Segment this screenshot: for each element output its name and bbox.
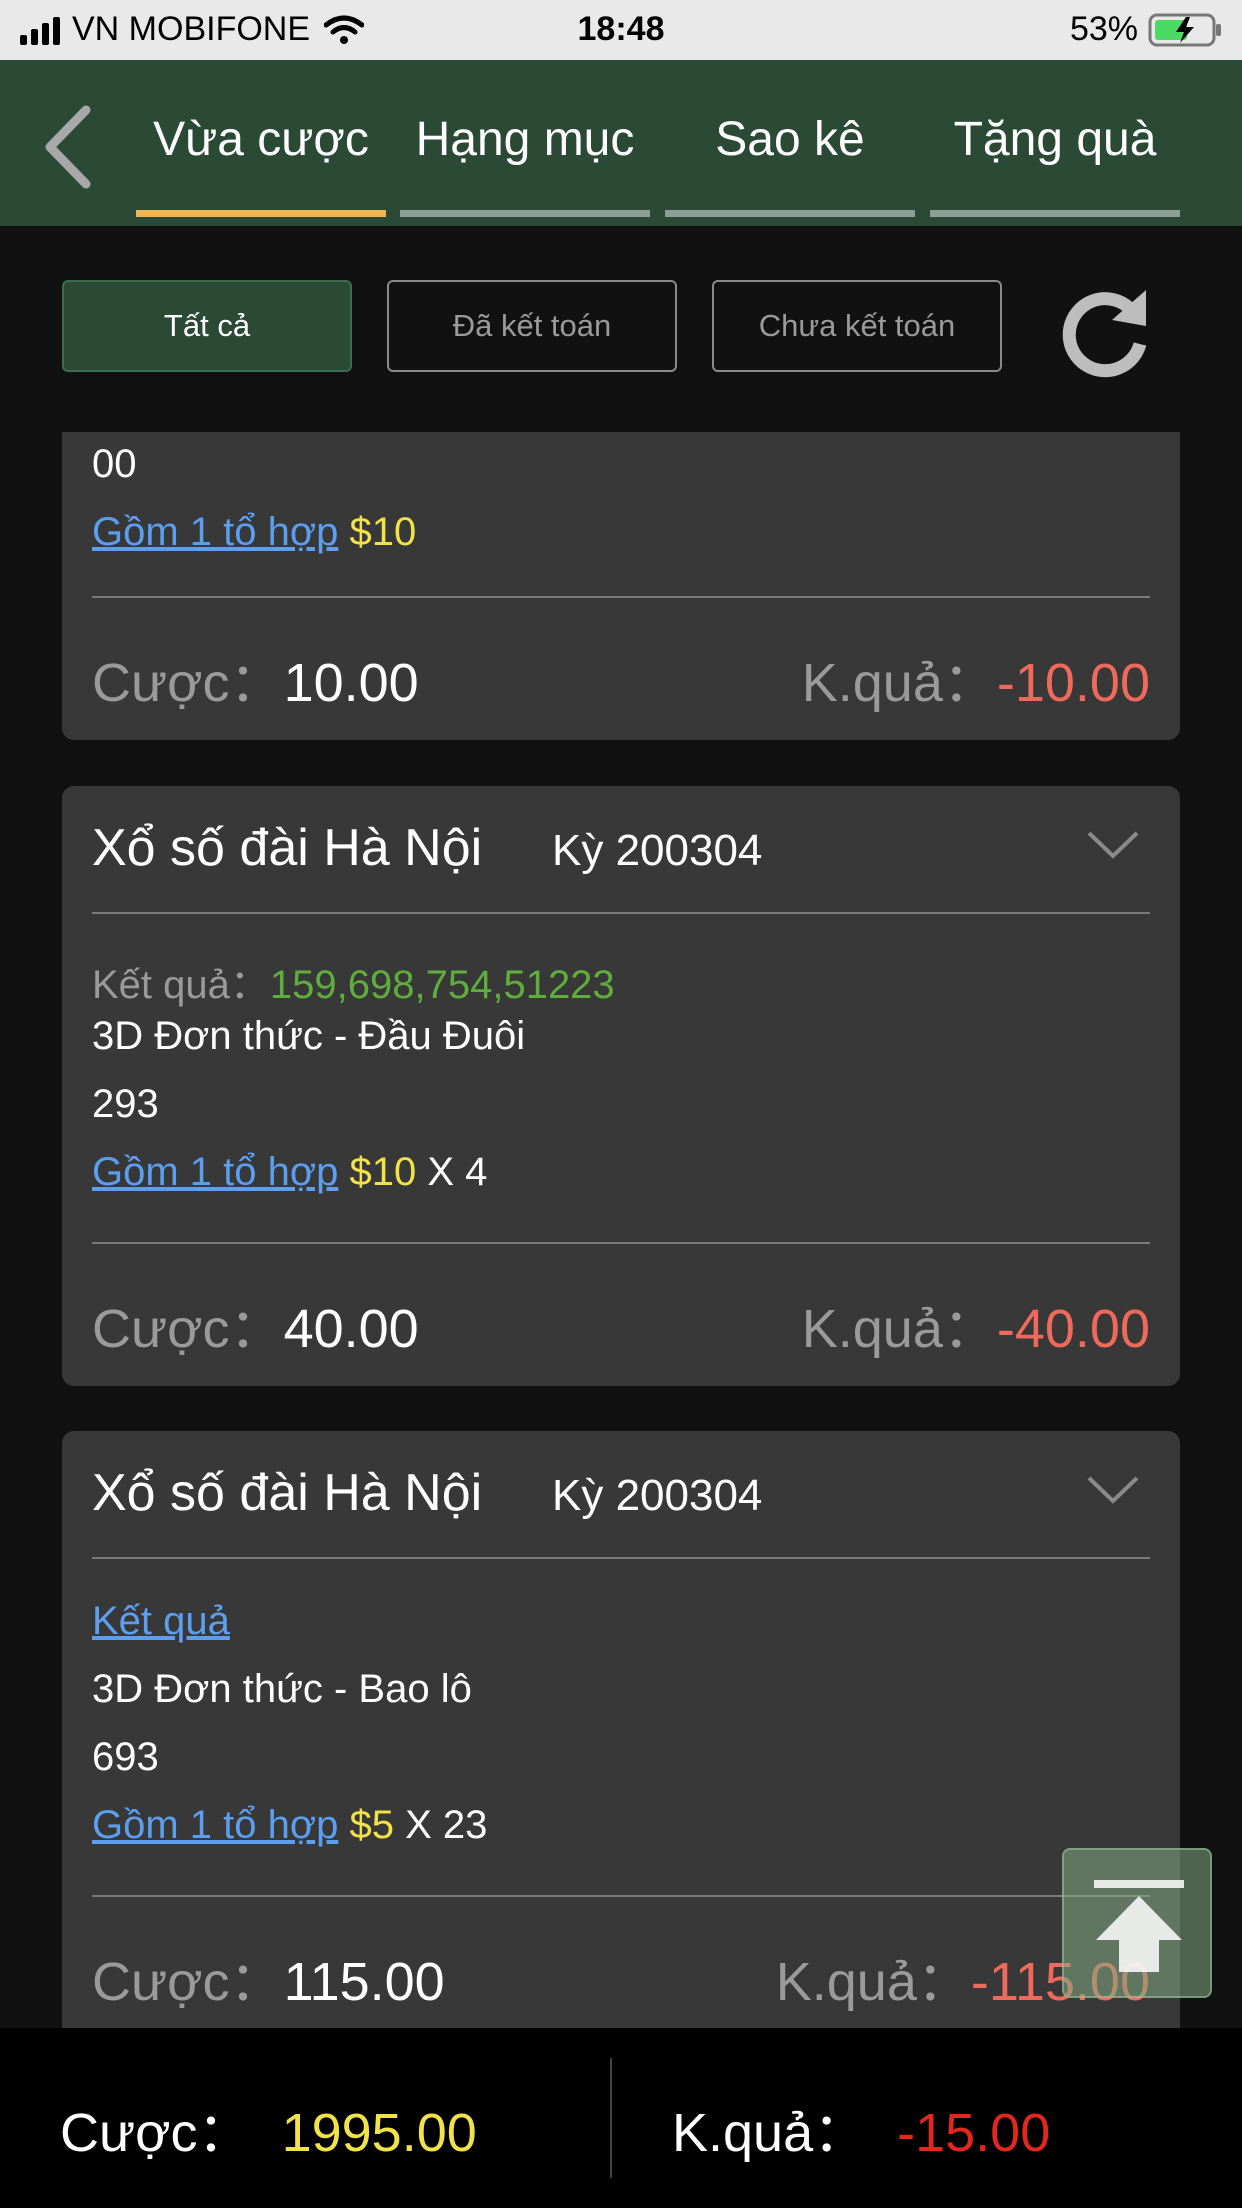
bet-value: 40.00 — [283, 1299, 419, 1359]
combo-amount: $10 — [349, 510, 417, 554]
bet-label: Cược： — [92, 1952, 284, 2012]
tab-underline — [665, 210, 915, 217]
bet-label: Cược： — [92, 1299, 284, 1359]
combo-link[interactable]: Gồm 1 tổ hợp — [92, 1150, 338, 1194]
summary-bar: Cược： 1995.00 K.quả： -15.00 — [0, 2028, 1242, 2208]
refresh-icon[interactable] — [1056, 282, 1156, 382]
back-chevron-icon[interactable] — [38, 102, 98, 192]
result-text-label: Kết quả： — [92, 963, 270, 1007]
total-result-value: -15.00 — [897, 2103, 1051, 2163]
bet-value: 10.00 — [283, 653, 419, 713]
combo-link[interactable]: Gồm 1 tổ hợp — [92, 1803, 338, 1847]
scroll-to-top-button[interactable] — [1062, 1848, 1212, 1998]
filter-unsettled-button[interactable]: Chưa kết toán — [712, 280, 1002, 372]
lottery-period: Kỳ 200304 — [552, 826, 763, 875]
combo-amount: $5 — [349, 1803, 394, 1847]
combo-link[interactable]: Gồm 1 tổ hợp — [92, 510, 338, 554]
tab-underline — [930, 210, 1180, 217]
bet-value: 115.00 — [283, 1952, 445, 2012]
status-bar: VN MOBIFONE 18:48 53% — [0, 0, 1242, 60]
bet-number: 293 — [92, 1082, 159, 1126]
divider — [92, 1242, 1150, 1244]
result-amount: K.quả：-10.00 — [802, 638, 1150, 717]
total-result: K.quả： -15.00 — [672, 2088, 1050, 2167]
bet-number: 693 — [92, 1735, 159, 1779]
bet-amount: Cược：115.00 — [92, 1937, 445, 2016]
total-bet-label: Cược： — [60, 2103, 252, 2163]
bet-type: 3D Đơn thức - Đầu Đuôi — [92, 1014, 526, 1058]
total-result-label: K.quả： — [672, 2103, 868, 2163]
bet-type: 3D Đơn thức - Bao lô — [92, 1667, 472, 1711]
tab-vua-cuoc[interactable]: Vừa cược — [136, 112, 386, 167]
tab-underline-active — [136, 210, 386, 217]
bet-card: 00 Gồm 1 tổ hợp $10 Cược：10.00 K.quả：-10… — [62, 432, 1180, 740]
tab-tang-qua[interactable]: Tặng quà — [930, 112, 1180, 167]
combo-line: Gồm 1 tổ hợp $5 X 23 — [92, 1803, 487, 1848]
status-right: 53% — [1070, 10, 1224, 49]
combo-multiplier: X 4 — [427, 1150, 488, 1194]
combo-multiplier: X 23 — [405, 1803, 488, 1847]
lottery-title: Xổ số đài Hà Nội — [92, 819, 483, 877]
filter-all-button[interactable]: Tất cả — [62, 280, 352, 372]
total-bet: Cược： 1995.00 — [60, 2088, 477, 2167]
result-amount: K.quả：-40.00 — [802, 1284, 1150, 1363]
bet-label: Cược： — [92, 653, 284, 713]
divider — [92, 1895, 1150, 1897]
result-label: K.quả： — [801, 653, 997, 713]
lottery-title: Xổ số đài Hà Nội — [92, 1464, 483, 1522]
result-link[interactable]: Kết quả — [92, 1599, 230, 1643]
chevron-down-icon[interactable] — [1086, 830, 1140, 860]
chevron-down-icon[interactable] — [1086, 1475, 1140, 1505]
result-value: -40.00 — [996, 1299, 1150, 1359]
combo-line: Gồm 1 tổ hợp $10 X 4 — [92, 1150, 487, 1195]
bet-amount: Cược：10.00 — [92, 638, 419, 717]
result-numbers: 159,698,754,51223 — [269, 963, 615, 1007]
result-line: Kết quả：159,698,754,51223 — [92, 952, 615, 1010]
filter-settled-button[interactable]: Đã kết toán — [387, 280, 677, 372]
filter-row: Tất cả Đã kết toán Chưa kết toán — [0, 226, 1242, 432]
battery-charging-icon — [1148, 13, 1221, 46]
result-label: K.quả： — [801, 1299, 997, 1359]
tab-hang-muc[interactable]: Hạng mục — [400, 112, 650, 167]
battery-percent: 53% — [1069, 10, 1138, 48]
combo-line: Gồm 1 tổ hợp $10 — [92, 510, 416, 555]
divider — [92, 596, 1150, 598]
header: Vừa cược Hạng mục Sao kê Tặng quà — [0, 60, 1242, 226]
card-header[interactable]: Xổ số đài Hà Nội Kỳ 200304 — [92, 1431, 1150, 1559]
bet-number: 00 — [92, 442, 137, 486]
combo-amount: $10 — [349, 1150, 417, 1194]
result-label: K.quả： — [775, 1952, 971, 2012]
bet-card: Xổ số đài Hà Nội Kỳ 200304 Kết quả：159,6… — [62, 786, 1180, 1386]
status-time: 18:48 — [577, 10, 665, 48]
divider — [610, 2058, 612, 2178]
result-line: Kết quả — [92, 1599, 230, 1644]
tab-underline — [400, 210, 650, 217]
result-value: -10.00 — [996, 653, 1150, 713]
bet-amount: Cược：40.00 — [92, 1284, 419, 1363]
card-header[interactable]: Xổ số đài Hà Nội Kỳ 200304 — [92, 786, 1150, 914]
tab-sao-ke[interactable]: Sao kê — [665, 112, 915, 167]
arrow-up-to-top-icon — [1094, 1880, 1184, 1972]
bet-card: Xổ số đài Hà Nội Kỳ 200304 Kết quả 3D Đơ… — [62, 1431, 1180, 2028]
lottery-period: Kỳ 200304 — [552, 1471, 763, 1520]
total-bet-value: 1995.00 — [281, 2103, 477, 2163]
